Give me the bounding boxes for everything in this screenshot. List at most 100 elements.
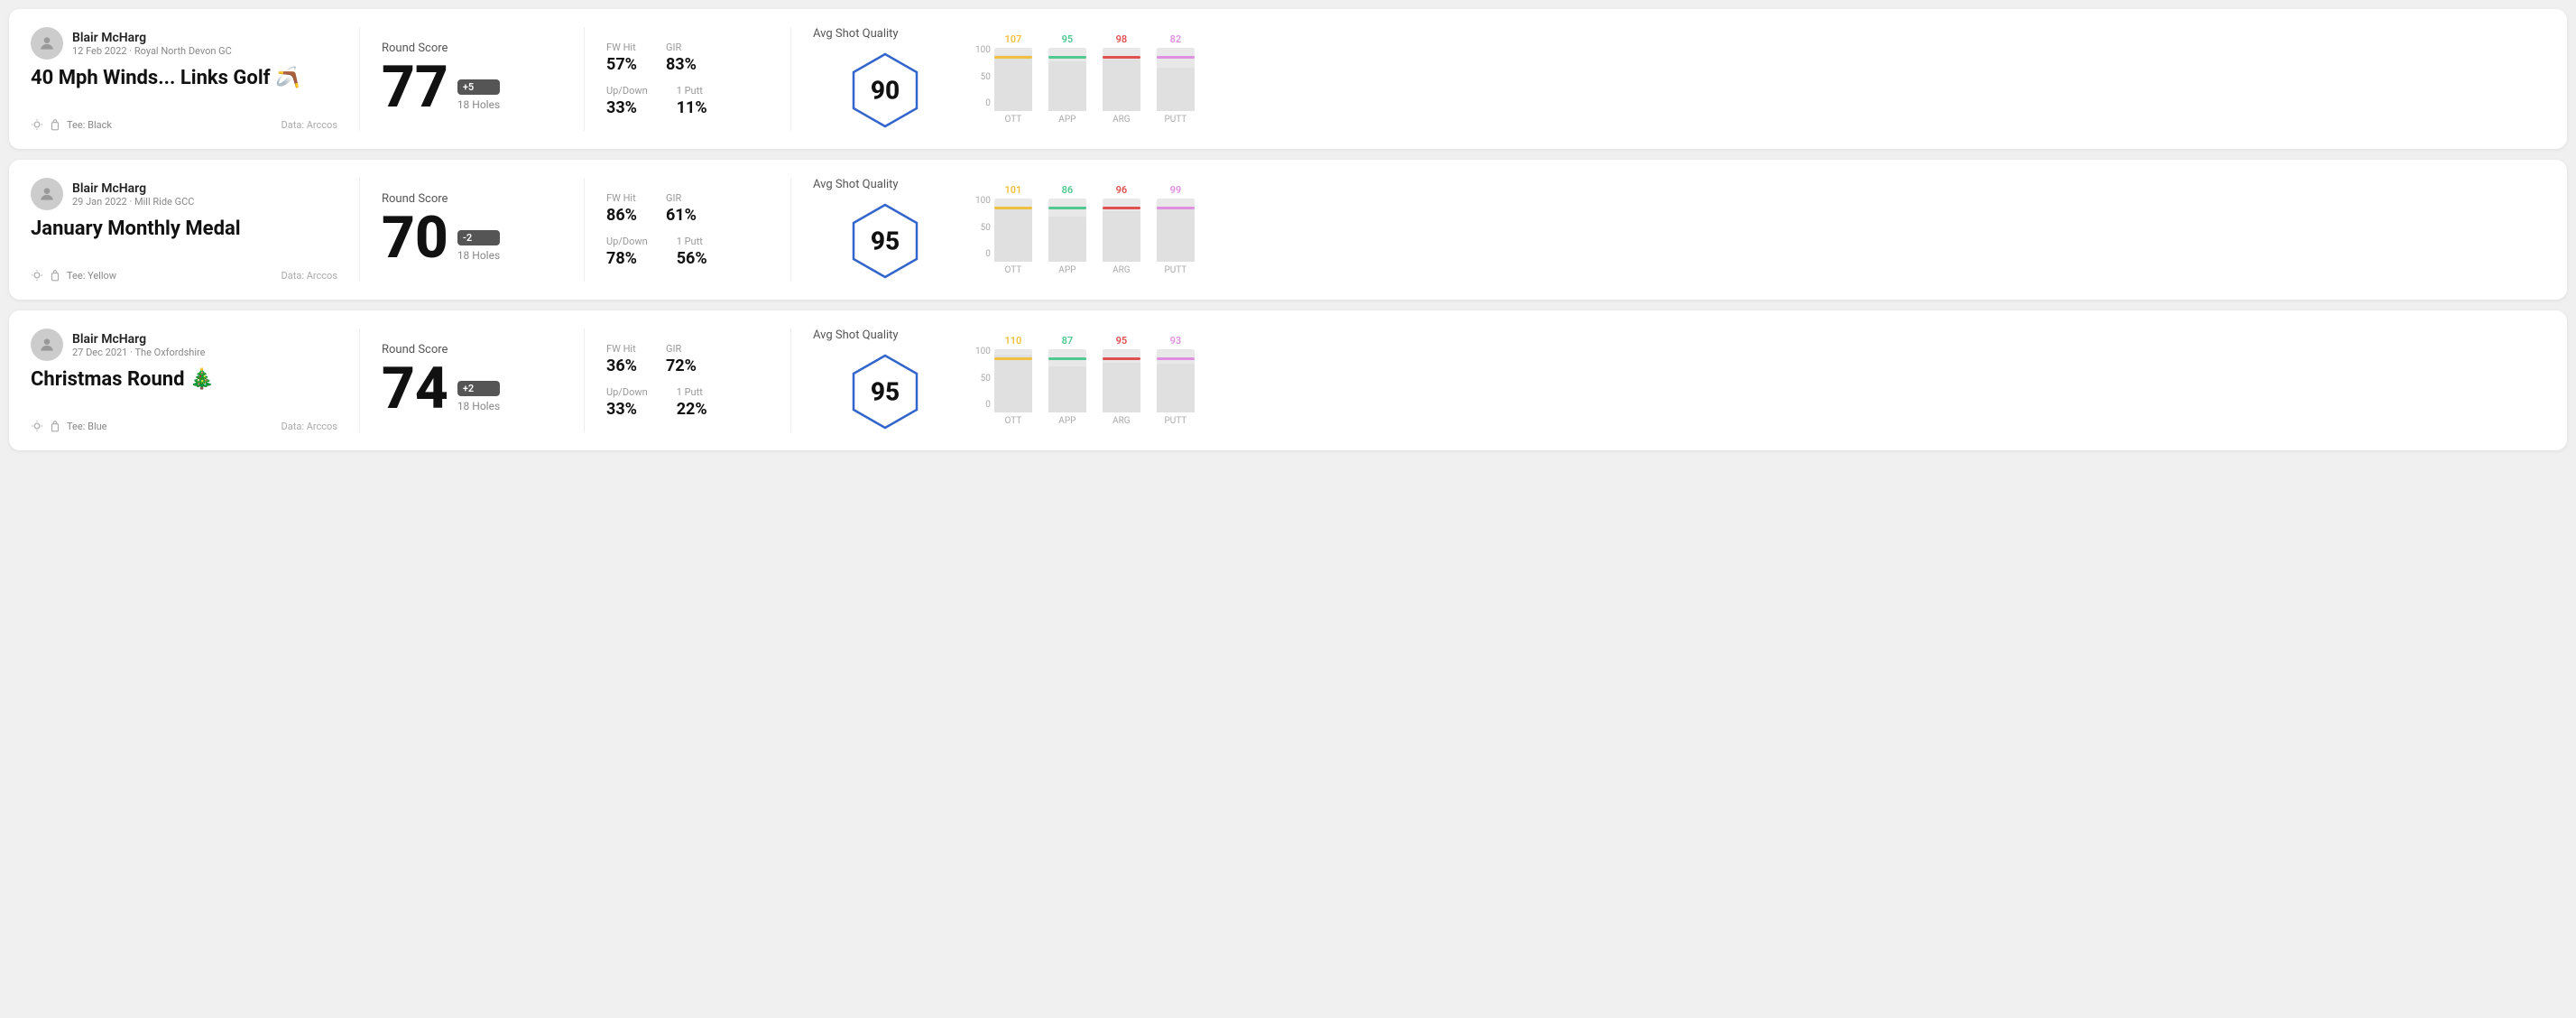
gir-label: GIR [666,192,697,204]
updown-stat: Up/Down 33% [606,85,648,117]
divider [790,27,791,131]
user-info: Blair McHarg 29 Jan 2022 · Mill Ride GCC [72,181,194,208]
bar-indicator [1103,357,1140,360]
bar-fill [1048,366,1086,412]
weather-icon [31,118,43,131]
gir-label: GIR [666,343,697,355]
user-row: Blair McHarg 29 Jan 2022 · Mill Ride GCC [31,178,337,210]
oneputt-stat: 1 Putt 22% [677,386,707,419]
fw-hit-stat: FW Hit 36% [606,343,637,375]
bar-fill [1157,68,1195,111]
footer-row: Tee: Blue Data: Arccos [31,420,337,432]
updown-value: 33% [606,400,648,419]
score-badge-col: +5 18 Holes [457,79,500,116]
score-row: 77 +5 18 Holes [382,59,562,116]
divider [584,27,585,131]
fw-hit-label: FW Hit [606,42,637,53]
quality-label: Avg Shot Quality [813,27,899,41]
bag-icon [49,269,61,282]
bar-col: 101 OTT [994,184,1032,275]
bar-value: 93 [1170,335,1182,347]
bar-col: 93 PUTT [1157,335,1195,426]
hexagon: 95 [845,200,926,282]
bar-col: 99 PUTT [1157,184,1195,275]
date-course: 29 Jan 2022 · Mill Ride GCC [72,196,194,208]
score-badge: +2 [457,381,500,396]
bar-fill [1157,209,1195,262]
oneputt-stat: 1 Putt 11% [677,85,707,117]
gir-value: 72% [666,356,697,375]
bar-indicator [1103,56,1140,59]
gir-stat: GIR 61% [666,192,697,225]
bar-col: 110 OTT [994,335,1032,426]
stats-row-1: FW Hit 36% GIR 72% [606,343,769,375]
bar-col: 107 OTT [994,33,1032,125]
bar-label: APP [1058,265,1076,275]
divider [584,329,585,432]
score-section: Round Score 74 +2 18 Holes [382,329,562,432]
bar-indicator [1103,207,1140,209]
hexagon: 95 [845,351,926,432]
updown-label: Up/Down [606,236,648,247]
bar-label: PUTT [1164,115,1186,125]
user-row: Blair McHarg 27 Dec 2021 · The Oxfordshi… [31,329,337,361]
fw-hit-value: 36% [606,356,637,375]
oneputt-value: 56% [677,249,707,268]
data-source: Data: Arccos [282,270,337,282]
gir-label: GIR [666,42,697,53]
divider [790,329,791,432]
round-title: January Monthly Medal [31,217,337,240]
date-course: 12 Feb 2022 · Royal North Devon GC [72,45,232,57]
bar-value: 86 [1062,184,1074,196]
bar-label: ARG [1113,265,1131,275]
weather-icon [31,420,43,432]
user-info: Blair McHarg 12 Feb 2022 · Royal North D… [72,31,232,57]
bar-value: 98 [1116,33,1128,45]
oneputt-label: 1 Putt [677,236,707,247]
score-section: Round Score 70 -2 18 Holes [382,178,562,282]
stats-row-1: FW Hit 86% GIR 61% [606,192,769,225]
score-badge-col: +2 18 Holes [457,381,500,418]
round-card: Blair McHarg 27 Dec 2021 · The Oxfordshi… [9,310,2567,450]
score-section: Round Score 77 +5 18 Holes [382,27,562,131]
bar-value: 87 [1062,335,1074,347]
bar-label: OTT [1004,115,1021,125]
tee-label: Tee: Blue [67,421,107,432]
footer-row: Tee: Yellow Data: Arccos [31,269,337,282]
avatar [31,329,63,361]
bag-icon [49,420,61,432]
bar-value: 101 [1004,184,1021,196]
data-source: Data: Arccos [282,421,337,432]
holes-text: 18 Holes [457,400,500,412]
score-badge: -2 [457,230,500,245]
bar-value: 95 [1062,33,1074,45]
updown-label: Up/Down [606,386,648,398]
bar-col: 96 ARG [1103,184,1140,275]
fw-hit-stat: FW Hit 57% [606,42,637,74]
bar-indicator [1048,207,1086,209]
bar-indicator [994,357,1032,360]
bar-label: OTT [1004,416,1021,426]
hexagon: 90 [845,50,926,131]
divider [359,329,360,432]
bar-value: 82 [1170,33,1182,45]
bar-label: PUTT [1164,265,1186,275]
tee-label: Tee: Yellow [67,270,116,282]
gir-value: 83% [666,55,697,74]
bar-col: 86 APP [1048,184,1086,275]
chart-section: 100 50 0 101 OTT 86 APP [957,178,2545,282]
chart-section: 100 50 0 107 OTT 95 APP [957,27,2545,131]
bar-value: 95 [1116,335,1128,347]
left-section: Blair McHarg 29 Jan 2022 · Mill Ride GCC… [31,178,337,282]
bar-value: 99 [1170,184,1182,196]
oneputt-value: 22% [677,400,707,419]
bar-col: 95 ARG [1103,335,1140,426]
divider [584,178,585,282]
bar-fill [1103,363,1140,412]
left-section: Blair McHarg 27 Dec 2021 · The Oxfordshi… [31,329,337,432]
divider [359,27,360,131]
user-name: Blair McHarg [72,332,205,347]
bar-fill [1103,60,1140,111]
round-card: Blair McHarg 29 Jan 2022 · Mill Ride GCC… [9,160,2567,300]
date-course: 27 Dec 2021 · The Oxfordshire [72,347,205,358]
